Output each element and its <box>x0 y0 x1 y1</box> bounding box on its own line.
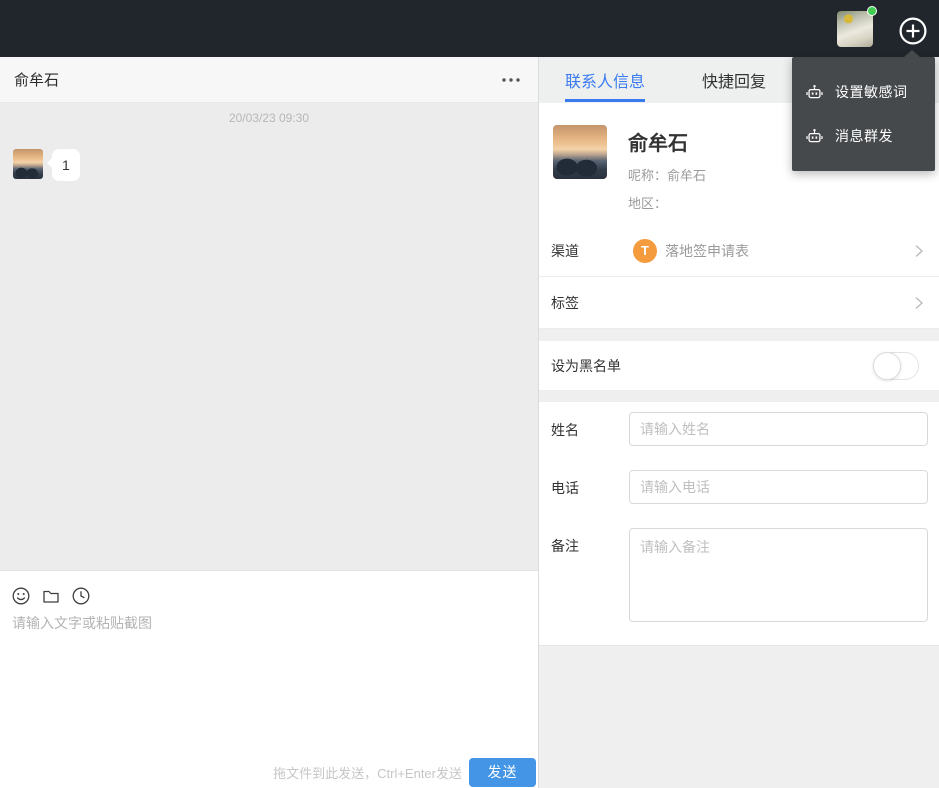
remark-field-row: 备注 <box>551 528 928 622</box>
remark-label: 备注 <box>551 538 579 554</box>
online-status-dot <box>867 6 877 16</box>
phone-input[interactable] <box>629 470 928 504</box>
menu-item-mass-message[interactable]: 消息群发 <box>792 114 935 158</box>
active-tab-underline <box>565 99 646 102</box>
history-clock-icon[interactable] <box>72 587 90 605</box>
robot-icon <box>806 84 823 101</box>
blacklist-row: 设为黑名单 <box>539 341 939 390</box>
channel-value-text: 落地签申请表 <box>665 242 749 259</box>
plus-circle-icon <box>899 17 927 45</box>
composer-footer: 拖文件到此发送，Ctrl+Enter发送 发送 <box>0 757 538 788</box>
channel-label: 渠道 <box>551 242 579 259</box>
section-divider <box>539 329 939 341</box>
tab-contact-info-label: 联系人信息 <box>565 74 646 91</box>
contact-avatar-large[interactable] <box>553 125 607 179</box>
chat-header: 俞牟石 <box>0 57 538 103</box>
chevron-right-icon[interactable] <box>911 243 927 259</box>
add-menu-button[interactable] <box>899 17 927 45</box>
channel-row[interactable]: 渠道 T 落地签申请表 <box>539 225 939 277</box>
chat-title: 俞牟石 <box>14 72 60 89</box>
contact-form: 姓名 电话 备注 <box>539 402 939 645</box>
section-divider <box>539 390 939 402</box>
blacklist-toggle[interactable] <box>873 351 919 380</box>
message-row: 1 <box>13 149 538 181</box>
tab-contact-info[interactable]: 联系人信息 <box>565 57 646 103</box>
blacklist-label: 设为黑名单 <box>551 357 621 374</box>
composer-toolbar <box>0 571 538 605</box>
tab-quick-reply-label: 快捷回复 <box>702 74 767 91</box>
name-input[interactable] <box>629 412 928 446</box>
send-button[interactable]: 发送 <box>469 757 536 787</box>
remark-textarea[interactable] <box>629 528 928 622</box>
send-hint: 拖文件到此发送，Ctrl+Enter发送 <box>273 765 462 781</box>
name-field-row: 姓名 <box>551 412 928 446</box>
contact-name: 俞牟石 <box>628 133 688 155</box>
robot-icon <box>806 128 823 145</box>
user-avatar-photo <box>837 11 873 47</box>
more-options-icon[interactable] <box>498 72 524 88</box>
message-list[interactable]: 20/03/23 09:30 1 <box>0 103 538 570</box>
dropdown-caret <box>904 50 920 57</box>
add-dropdown-menu: 设置敏感词 消息群发 <box>792 50 935 171</box>
chat-panel: 俞牟石 20/03/23 09:30 1 请输入文字或粘贴截图 拖文件到此发送，… <box>0 57 539 788</box>
channel-logo-icon: T <box>633 238 657 263</box>
user-avatar[interactable] <box>837 6 877 47</box>
contact-avatar-small[interactable] <box>13 149 43 179</box>
channel-value: T 落地签申请表 <box>633 238 911 263</box>
phone-field-row: 电话 <box>551 470 928 504</box>
name-label: 姓名 <box>551 422 579 438</box>
menu-item-label: 设置敏感词 <box>835 84 908 100</box>
composer: 请输入文字或粘贴截图 拖文件到此发送，Ctrl+Enter发送 发送 <box>0 570 538 788</box>
message-input[interactable]: 请输入文字或粘贴截图 <box>12 613 526 733</box>
chevron-right-icon[interactable] <box>911 295 927 311</box>
contact-region: 地区： <box>628 196 668 211</box>
message-bubble: 1 <box>47 149 80 181</box>
top-bar <box>0 0 939 57</box>
phone-label: 电话 <box>551 480 579 496</box>
message-timestamp: 20/03/23 09:30 <box>228 111 310 125</box>
menu-item-label: 消息群发 <box>835 128 893 144</box>
file-folder-icon[interactable] <box>42 587 60 605</box>
contact-nickname: 呢称：俞牟石 <box>628 168 707 183</box>
tags-label: 标签 <box>551 294 579 311</box>
contact-info: 俞牟石 呢称：俞牟石 地区： <box>628 125 706 225</box>
menu-item-sensitive-words[interactable]: 设置敏感词 <box>792 70 935 114</box>
panel-bottom-fill <box>539 645 939 788</box>
toggle-knob <box>873 351 901 380</box>
tab-quick-reply[interactable]: 快捷回复 <box>702 57 766 103</box>
tags-row[interactable]: 标签 <box>539 277 939 329</box>
emoji-icon[interactable] <box>12 587 30 605</box>
